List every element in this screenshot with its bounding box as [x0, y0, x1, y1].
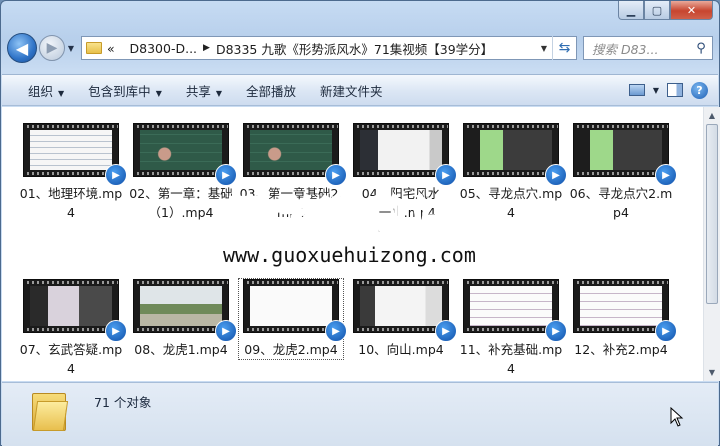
mouse-cursor-icon	[670, 407, 684, 427]
file-tile[interactable]: ▶ 09、龙虎2.mp4	[238, 278, 347, 360]
file-name: 12、补充2.mp4	[574, 342, 668, 357]
file-name: 07、玄武答疑.mp4	[19, 342, 123, 376]
vertical-scrollbar[interactable]: ▲ ▼	[703, 107, 720, 381]
minimize-button[interactable]: ▁	[618, 1, 644, 20]
recent-pages-dropdown[interactable]: ▼	[65, 44, 77, 53]
file-name: 02、第一章：基础（1）.mp4	[129, 186, 233, 220]
breadcrumb-overflow[interactable]: «	[107, 41, 115, 56]
video-thumbnail: ▶	[353, 123, 457, 186]
file-tile[interactable]: ▶ 01、地理环境.mp4	[19, 123, 127, 222]
change-view-icon[interactable]	[628, 84, 645, 96]
file-tile[interactable]: ▶ 02、第一章：基础（1）.mp4	[129, 123, 237, 222]
breadcrumb-item[interactable]: D8335 九歌《形势派风水》71集视频【39学分】	[216, 39, 493, 58]
chevron-down-icon: ▼	[215, 88, 223, 98]
address-dropdown-icon[interactable]: ▼	[536, 44, 552, 53]
file-tile[interactable]: ▶ 07、玄武答疑.mp4	[19, 279, 127, 378]
scroll-down-icon[interactable]: ▼	[704, 364, 720, 381]
forward-arrow-icon: ▶	[46, 40, 58, 56]
video-thumbnail: ▶	[463, 123, 567, 186]
media-player-icon: ▶	[435, 320, 457, 342]
video-thumbnail: ▶	[133, 279, 237, 342]
magnifier-icon[interactable]: ⚲	[690, 41, 712, 56]
file-tile[interactable]: ▶ 06、寻龙点穴2.mp4	[569, 123, 677, 222]
preview-pane-icon[interactable]	[667, 83, 683, 97]
command-bar: 组织 ▼ 包含到库中 ▼ 共享 ▼ 全部播放 新建文件夹 ▼ ?	[2, 74, 718, 106]
media-player-icon: ▶	[545, 164, 567, 186]
watermark-title: 国学汇总站	[226, 191, 458, 242]
scroll-up-icon[interactable]: ▲	[704, 107, 720, 124]
video-thumbnail: ▶	[133, 123, 237, 186]
video-thumbnail: ▶	[243, 279, 347, 342]
file-name: 10、向山.mp4	[358, 342, 444, 357]
media-player-icon: ▶	[325, 320, 347, 342]
search-box[interactable]: 搜索 D83... ⚲	[583, 36, 713, 60]
help-icon[interactable]: ?	[691, 81, 708, 99]
media-player-icon: ▶	[545, 320, 567, 342]
file-name: 11、补充基础.mp4	[459, 342, 563, 376]
media-player-icon: ▶	[105, 164, 127, 186]
video-thumbnail: ▶	[573, 279, 677, 342]
new-folder-button[interactable]: 新建文件夹	[308, 81, 395, 100]
watermark-url: www.guoxuehuizong.com	[223, 243, 476, 267]
file-name: 09、龙虎2.mp4	[244, 342, 338, 357]
file-tile[interactable]: ▶ 11、补充基础.mp4	[459, 279, 567, 378]
file-name: 08、龙虎1.mp4	[134, 342, 228, 357]
media-player-icon: ▶	[655, 164, 677, 186]
include-in-library-menu[interactable]: 包含到库中 ▼	[76, 81, 174, 100]
video-thumbnail: ▶	[23, 123, 127, 186]
close-button[interactable]: ✕	[670, 1, 713, 20]
scrollbar-thumb[interactable]	[706, 124, 718, 304]
breadcrumb-separator-icon	[121, 43, 124, 53]
file-tile[interactable]: ▶ 05、寻龙点穴.mp4	[459, 123, 567, 222]
file-name: 05、寻龙点穴.mp4	[459, 186, 563, 220]
play-all-button[interactable]: 全部播放	[234, 81, 308, 100]
caption-buttons: ▁ ▢ ✕	[618, 1, 713, 21]
file-name: 01、地理环境.mp4	[19, 186, 123, 220]
navigation-bar: ◀ ▶ ▼ « D8300-D... ▶ D8335 九歌《形势派风水》71集视…	[7, 33, 713, 63]
search-input[interactable]: 搜索 D83...	[592, 39, 690, 58]
breadcrumb-item[interactable]: D8300-D...	[130, 41, 198, 56]
chevron-down-icon: ▼	[155, 88, 162, 98]
file-tile[interactable]: ▶ 08、龙虎1.mp4	[129, 279, 237, 359]
refresh-button[interactable]: ⇆	[552, 36, 576, 60]
address-bar[interactable]: « D8300-D... ▶ D8335 九歌《形势派风水》71集视频【39学分…	[81, 36, 577, 60]
back-arrow-icon: ◀	[15, 38, 29, 58]
explorer-window: ▁ ▢ ✕ ◀ ▶ ▼ « D8300-D... ▶ D8335 九歌《形势派风…	[0, 0, 720, 446]
file-tile[interactable]: ▶ 12、补充2.mp4	[569, 279, 677, 359]
item-count: 71 个对象	[94, 395, 152, 410]
back-button[interactable]: ◀	[7, 33, 37, 63]
maximize-button[interactable]: ▢	[644, 1, 670, 20]
file-tile[interactable]: ▶ 10、向山.mp4	[349, 279, 457, 359]
breadcrumb-separator-icon[interactable]: ▶	[203, 43, 210, 53]
video-thumbnail: ▶	[463, 279, 567, 342]
video-thumbnail: ▶	[353, 279, 457, 342]
video-thumbnail: ▶	[23, 279, 127, 342]
media-player-icon: ▶	[105, 320, 127, 342]
forward-button[interactable]: ▶	[39, 35, 65, 61]
details-pane: 71 个对象	[2, 382, 718, 446]
folder-icon	[86, 42, 102, 54]
view-dropdown-icon[interactable]: ▼	[653, 86, 659, 95]
folder-icon	[32, 389, 69, 431]
video-thumbnail: ▶	[573, 123, 677, 186]
video-thumbnail: ▶	[243, 123, 347, 186]
organize-menu[interactable]: 组织 ▼	[16, 81, 76, 100]
chevron-down-icon: ▼	[58, 88, 65, 98]
media-player-icon: ▶	[215, 320, 237, 342]
file-name: 06、寻龙点穴2.mp4	[569, 186, 673, 220]
media-player-icon: ▶	[655, 320, 677, 342]
share-menu[interactable]: 共享 ▼	[174, 81, 234, 100]
refresh-icon: ⇆	[558, 40, 571, 56]
